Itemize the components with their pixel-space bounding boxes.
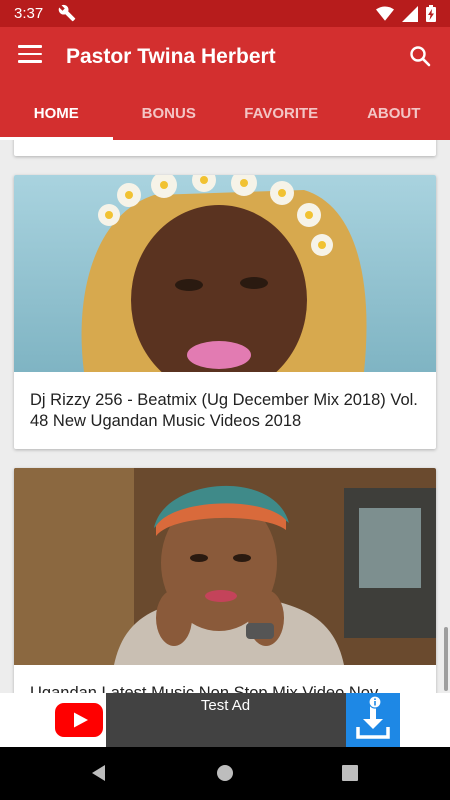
app-bar: Pastor Twina Herbert: [0, 27, 450, 87]
signal-icon: [402, 5, 418, 27]
tab-about[interactable]: ABOUT: [338, 87, 450, 140]
video-thumbnail[interactable]: [14, 175, 436, 372]
video-title: Dj Rizzy 256 - Beatmix (Ug December Mix …: [30, 391, 418, 430]
scrollbar[interactable]: [444, 627, 448, 691]
video-title: Ugandan Latest Music Non Stop Mix Video …: [30, 684, 379, 693]
video-feed[interactable]: Dj Rizzy 256 - Beatmix (Ug December Mix …: [0, 140, 450, 693]
search-icon[interactable]: [408, 44, 434, 70]
tab-home[interactable]: HOME: [0, 87, 113, 140]
home-icon[interactable]: [215, 763, 235, 783]
navigation-bar: [0, 747, 450, 800]
video-card[interactable]: Dj Rizzy 256 - Beatmix (Ug December Mix …: [14, 175, 436, 449]
video-card[interactable]: [14, 140, 436, 156]
close-icon[interactable]: ✕: [387, 693, 398, 709]
video-card[interactable]: Ugandan Latest Music Non Stop Mix Video …: [14, 468, 436, 693]
menu-icon[interactable]: [18, 45, 42, 69]
ad-content[interactable]: Test Ad ✕: [51, 693, 400, 747]
tab-bar: HOME BONUS FAVORITE ABOUT: [0, 87, 450, 140]
ad-info-icon[interactable]: [368, 695, 382, 709]
battery-icon: [426, 5, 436, 27]
status-bar: 3:37: [0, 0, 450, 27]
back-icon[interactable]: [89, 763, 109, 783]
wrench-icon: [58, 4, 76, 27]
wifi-icon: [376, 6, 394, 27]
app-title: Pastor Twina Herbert: [66, 45, 276, 68]
ad-banner[interactable]: Test Ad ✕: [0, 693, 450, 747]
status-time: 3:37: [14, 5, 44, 22]
recents-icon[interactable]: [340, 763, 360, 783]
tab-bonus[interactable]: BONUS: [113, 87, 226, 140]
tab-favorite[interactable]: FAVORITE: [225, 87, 338, 140]
video-thumbnail[interactable]: [14, 468, 436, 665]
